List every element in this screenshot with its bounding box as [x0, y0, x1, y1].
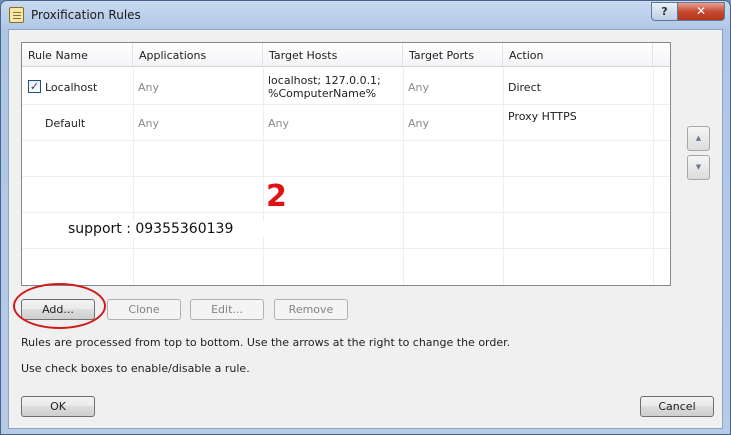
rule-target-ports: Any: [408, 81, 430, 94]
column-header-applications[interactable]: Applications: [133, 43, 263, 67]
window-title: Proxification Rules: [31, 8, 141, 22]
grid-line: [22, 176, 670, 177]
rule-applications: Any: [138, 117, 160, 130]
rule-target-hosts: localhost; 127.0.0.1;: [268, 74, 381, 87]
proxification-rules-window: Proxification Rules ? ✕ Rule Name Applic…: [0, 0, 731, 435]
grid-line: [22, 248, 670, 249]
grid-line: [22, 212, 670, 213]
ok-button[interactable]: OK: [21, 396, 95, 417]
close-button[interactable]: ✕: [677, 2, 725, 21]
remove-button[interactable]: Remove: [274, 299, 348, 320]
rule-applications: Any: [138, 81, 160, 94]
annotation-number: 2: [266, 179, 287, 214]
order-info-text: Rules are processed from top to bottom. …: [21, 336, 511, 349]
arrow-down-icon: ▼: [695, 163, 702, 171]
clone-button[interactable]: Clone: [107, 299, 181, 320]
edit-button[interactable]: Edit...: [190, 299, 264, 320]
rule-target-hosts-continued: %ComputerName%: [268, 87, 377, 100]
dialog-client-area: Rule Name Applications Target Hosts Targ…: [8, 29, 723, 429]
title-bar[interactable]: Proxification Rules ? ✕: [1, 1, 730, 29]
checkbox-info-text: Use check boxes to enable/disable a rule…: [21, 362, 250, 375]
column-header-target-hosts[interactable]: Target Hosts: [263, 43, 403, 67]
grid-line: [22, 140, 670, 141]
column-header-action[interactable]: Action: [503, 43, 653, 67]
rule-name-localhost[interactable]: Localhost: [45, 81, 97, 94]
move-up-button[interactable]: ▲: [687, 126, 710, 151]
help-button[interactable]: ?: [651, 2, 678, 21]
column-header-rule-name[interactable]: Rule Name: [22, 43, 133, 67]
rule-action: Direct: [508, 81, 541, 94]
arrow-up-icon: ▲: [695, 134, 702, 142]
rules-list-header: Rule Name Applications Target Hosts Targ…: [22, 43, 670, 67]
cancel-button[interactable]: Cancel: [640, 396, 714, 417]
rules-app-icon: [9, 7, 24, 23]
rules-list[interactable]: Rule Name Applications Target Hosts Targ…: [21, 42, 671, 286]
support-watermark: support : 09355360139: [68, 221, 374, 237]
rule-target-hosts: Any: [268, 117, 290, 130]
rule-enabled-checkbox[interactable]: ✓: [28, 80, 41, 93]
move-down-button[interactable]: ▼: [687, 155, 710, 180]
column-header-target-ports[interactable]: Target Ports: [403, 43, 503, 67]
grid-line: [22, 104, 670, 105]
rule-target-ports: Any: [408, 117, 430, 130]
highlight-annotation-circle: [13, 283, 106, 329]
rule-name-default[interactable]: Default: [45, 117, 85, 130]
rule-action: Proxy HTTPS: [508, 110, 577, 123]
